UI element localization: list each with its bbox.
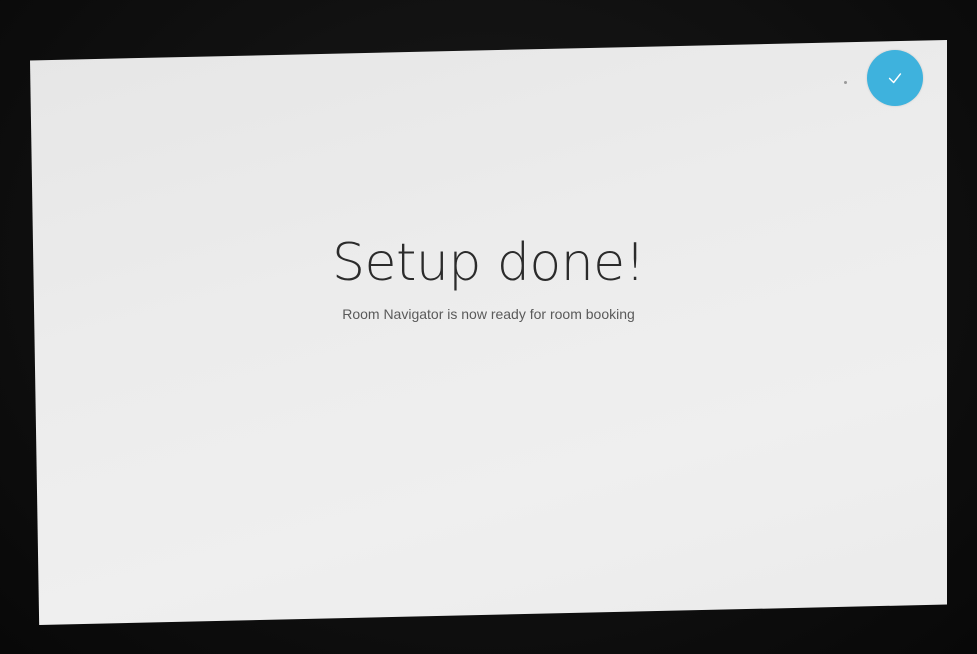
device-frame: Setup done! Room Navigator is now ready …: [0, 0, 977, 654]
page-subtitle: Room Navigator is now ready for room boo…: [342, 306, 635, 323]
confirm-button[interactable]: [867, 50, 923, 106]
status-dot: [844, 81, 847, 84]
setup-screen: Setup done! Room Navigator is now ready …: [30, 40, 947, 625]
page-title: Setup done!: [332, 233, 646, 293]
checkmark-icon: [888, 73, 902, 84]
setup-message: Setup done! Room Navigator is now ready …: [30, 233, 947, 323]
